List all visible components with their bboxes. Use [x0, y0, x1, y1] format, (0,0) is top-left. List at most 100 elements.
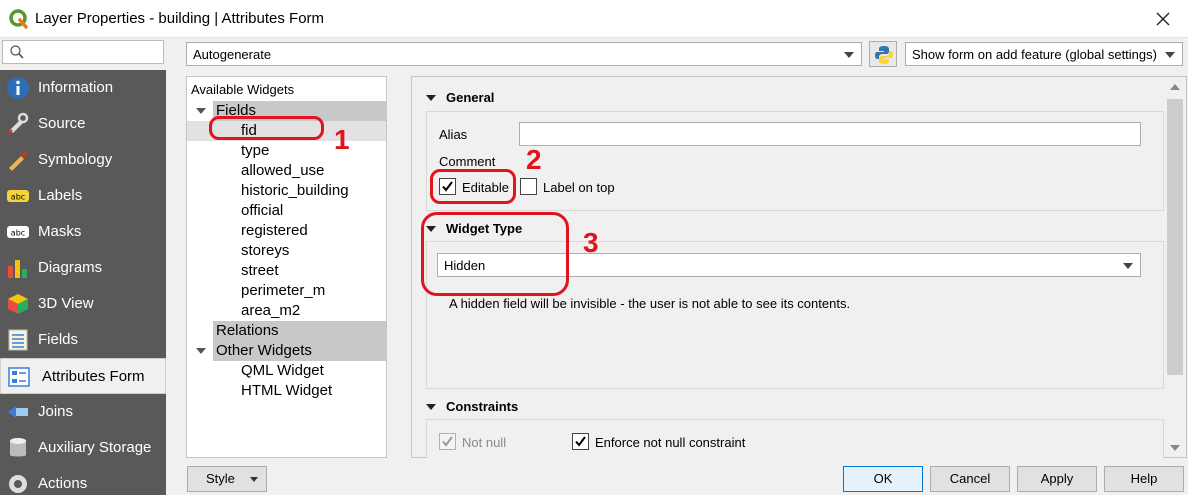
search-icon — [10, 45, 24, 59]
enforce-not-null-checkbox[interactable] — [572, 433, 589, 450]
tree-item-label: perimeter_m — [241, 282, 326, 299]
svg-text:abc: abc — [11, 193, 25, 202]
symbology-icon — [9, 151, 28, 171]
tree-item-allowed-use[interactable]: allowed_use — [187, 161, 386, 181]
style-button-label: Style — [206, 471, 235, 486]
tree-item-label: area_m2 — [241, 302, 301, 319]
tree-item-label: allowed_use — [241, 162, 325, 179]
tree-group-label: Other Widgets — [216, 342, 312, 359]
annotation-number-1: 1 — [334, 124, 350, 155]
sidebar-item-3d-view[interactable]: 3D View — [0, 286, 166, 322]
expand-arrow-icon[interactable] — [196, 108, 206, 114]
tree-group-relations[interactable]: Relations — [213, 321, 386, 341]
collapse-arrow-icon — [426, 404, 436, 410]
sidebar-item-source[interactable]: Source — [0, 106, 166, 142]
tree-group-other-widgets[interactable]: Other Widgets — [213, 341, 386, 361]
panel-splitter[interactable] — [393, 76, 411, 458]
expand-arrow-icon[interactable] — [196, 348, 206, 354]
sidebar-item-fields[interactable]: Fields — [0, 322, 166, 358]
general-heading: General — [446, 90, 495, 105]
sidebar-item-label: Attributes Form — [42, 368, 145, 385]
collapse-arrow-icon — [426, 95, 436, 101]
tree-item-storeys[interactable]: storeys — [187, 241, 386, 261]
tree-item-registered[interactable]: registered — [187, 221, 386, 241]
sidebar-item-label: Symbology — [38, 151, 113, 168]
sidebar-item-auxiliary-storage[interactable]: Auxiliary Storage — [0, 430, 166, 466]
cancel-button[interactable]: Cancel — [930, 466, 1010, 492]
python-icon — [875, 46, 893, 64]
tree-group-label: Relations — [216, 322, 279, 339]
sidebar: Information Source Symbology abc Labels … — [0, 70, 166, 495]
tree-item-label: storeys — [241, 242, 290, 259]
fields-icon — [8, 329, 28, 351]
show-form-select[interactable]: Show form on add feature (global setting… — [905, 42, 1183, 66]
sidebar-item-masks[interactable]: abc Masks — [0, 214, 166, 250]
alias-label: Alias — [439, 127, 468, 142]
tree-item-label: registered — [241, 222, 308, 239]
3d-view-icon — [8, 294, 28, 314]
source-icon — [7, 112, 29, 135]
python-init-button[interactable] — [869, 41, 897, 67]
sidebar-item-actions[interactable]: Actions — [0, 466, 166, 495]
sidebar-item-label: Information — [38, 79, 114, 96]
layout-mode-value: Autogenerate — [193, 47, 272, 62]
apply-button[interactable]: Apply — [1017, 466, 1097, 492]
svg-text:abc: abc — [11, 229, 25, 238]
widget-type-description: A hidden field will be invisible - the u… — [449, 296, 851, 311]
sidebar-item-diagrams[interactable]: Diagrams — [0, 250, 166, 286]
ok-button[interactable]: OK — [843, 466, 923, 492]
show-form-value: Show form on add feature (global setting… — [912, 47, 1157, 62]
tree-item-label: street — [241, 262, 279, 279]
sidebar-item-label: Actions — [38, 475, 88, 492]
tree-item-area-m2[interactable]: area_m2 — [187, 301, 386, 321]
chevron-down-icon — [250, 477, 258, 482]
sidebar-item-labels[interactable]: abc Labels — [0, 178, 166, 214]
joins-icon — [8, 406, 28, 418]
qgis-icon — [9, 9, 28, 29]
vertical-scrollbar[interactable] — [1165, 77, 1185, 457]
alias-input[interactable] — [519, 122, 1141, 146]
comment-label: Comment — [439, 154, 496, 169]
help-button[interactable]: Help — [1104, 466, 1184, 492]
chevron-down-icon — [1165, 52, 1175, 58]
tree-item-type[interactable]: type — [187, 141, 386, 161]
label-on-top-checkbox[interactable] — [520, 178, 537, 195]
close-icon[interactable] — [1152, 8, 1174, 30]
not-null-checkbox — [439, 433, 456, 450]
scrollbar-thumb[interactable] — [1167, 99, 1183, 375]
annotation-box-widget-type — [421, 212, 569, 296]
annotation-number-3: 3 — [583, 227, 599, 258]
sidebar-item-label: Source — [38, 115, 86, 132]
tree-item-historic-building[interactable]: historic_building — [187, 181, 386, 201]
tree-item-street[interactable]: street — [187, 261, 386, 281]
layout-mode-select[interactable]: Autogenerate — [186, 42, 862, 66]
constraints-group — [426, 419, 1164, 459]
tree-item-label: HTML Widget — [241, 382, 333, 399]
sidebar-item-information[interactable]: Information — [0, 70, 166, 106]
annotation-box-fid — [209, 116, 324, 140]
annotation-box-editable — [430, 169, 516, 204]
sidebar-item-label: Diagrams — [38, 259, 103, 276]
labels-icon: abc — [7, 190, 29, 202]
title-bar: Layer Properties - building | Attributes… — [0, 0, 1188, 38]
tree-item-label: historic_building — [241, 182, 349, 199]
sidebar-item-label: Masks — [38, 223, 82, 240]
checkmark-icon — [575, 436, 586, 447]
sidebar-item-symbology[interactable]: Symbology — [0, 142, 166, 178]
tree-item-official[interactable]: official — [187, 201, 386, 221]
tree-item-qml-widget[interactable]: QML Widget — [187, 361, 386, 381]
tree-item-perimeter-m[interactable]: perimeter_m — [187, 281, 386, 301]
tree-item-html-widget[interactable]: HTML Widget — [187, 381, 386, 401]
style-button[interactable]: Style — [187, 466, 267, 492]
diagrams-icon — [8, 260, 27, 278]
sidebar-search-input[interactable] — [2, 40, 164, 64]
sidebar-item-attributes-form[interactable]: Attributes Form — [0, 358, 166, 394]
enforce-not-null-label: Enforce not null constraint — [595, 435, 746, 450]
actions-icon — [9, 475, 27, 493]
scroll-up-icon[interactable] — [1170, 84, 1180, 90]
auxiliary-storage-icon — [10, 438, 26, 457]
sidebar-item-label: Auxiliary Storage — [38, 439, 152, 456]
sidebar-item-joins[interactable]: Joins — [0, 394, 166, 430]
scroll-down-icon[interactable] — [1170, 445, 1180, 451]
available-widgets-header: Available Widgets — [191, 82, 295, 97]
